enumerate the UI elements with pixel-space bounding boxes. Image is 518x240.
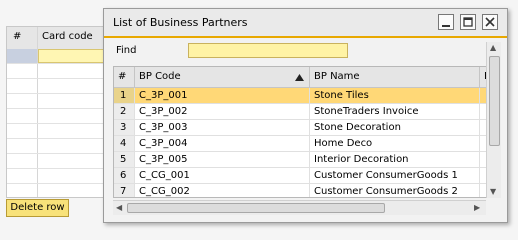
bp-name-cell: Interior Decoration (310, 152, 480, 167)
bp-name-cell: Customer ConsumerGoods 1 (310, 168, 480, 183)
horizontal-scrollbar[interactable]: ◀ ▶ (113, 200, 486, 215)
bp-code-cell: C_3P_004 (135, 136, 310, 151)
row-number: 2 (114, 104, 135, 119)
bp-name-cell: Stone Tiles (310, 88, 480, 103)
table-row[interactable]: 6 C_CG_001 Customer ConsumerGoods 1 (114, 168, 487, 184)
vertical-scroll-thumb[interactable] (489, 56, 500, 146)
find-label: Find (116, 45, 137, 56)
bp-code-cell: C_3P_002 (135, 104, 310, 119)
scroll-right-icon[interactable]: ▶ (474, 203, 480, 212)
header-number: # (13, 31, 22, 42)
bp-code-cell: C_3P_001 (135, 88, 310, 103)
column-header-number[interactable]: # (114, 67, 135, 88)
maximize-button[interactable] (460, 14, 476, 30)
table-row[interactable]: 2 C_3P_002 StoneTraders Invoice (114, 104, 487, 120)
scroll-down-icon[interactable]: ▼ (490, 187, 496, 196)
bp-name-cell: StoneTraders Invoice (310, 104, 480, 119)
business-partners-grid: # BP Code BP Name BI 1C_3P_001Stone Tile… (113, 66, 488, 198)
delete-row-button[interactable]: Delete row (6, 199, 69, 217)
bp-code-cell: C_CG_002 (135, 184, 310, 197)
table-row[interactable]: 4 C_3P_004 Home Deco (114, 136, 487, 152)
row-number: 6 (114, 168, 135, 183)
bp-name-cell: Stone Decoration (310, 120, 480, 135)
title-bar[interactable]: List of Business Partners (104, 9, 507, 38)
bp-code-cell: C_3P_005 (135, 152, 310, 167)
table-row[interactable]: 1 C_3P_001 Stone Tiles (114, 88, 487, 104)
minimize-button[interactable] (438, 14, 454, 30)
bp-code-header-label: BP Code (139, 71, 181, 82)
row-number: 4 (114, 136, 135, 151)
row-number: 5 (114, 152, 135, 167)
row-number: 1 (114, 88, 135, 103)
table-row[interactable]: 7 C_CG_002 Customer ConsumerGoods 2 (114, 184, 487, 197)
close-button[interactable] (482, 14, 498, 30)
bp-code-cell: C_3P_003 (135, 120, 310, 135)
bp-code-cell: C_CG_001 (135, 168, 310, 183)
dialog-title: List of Business Partners (113, 16, 248, 29)
row-selector[interactable] (7, 49, 37, 63)
maximize-icon (463, 17, 473, 27)
find-input[interactable] (188, 43, 348, 58)
minimize-icon (442, 25, 450, 27)
horizontal-scroll-thumb[interactable] (127, 203, 385, 213)
bp-name-cell: Home Deco (310, 136, 480, 151)
scroll-left-icon[interactable]: ◀ (116, 203, 122, 212)
close-icon (485, 17, 495, 27)
table-row[interactable]: 5 C_3P_005 Interior Decoration (114, 152, 487, 168)
bp-name-cell: Customer ConsumerGoods 2 (310, 184, 480, 197)
column-header-bp-name[interactable]: BP Name (310, 67, 480, 88)
row-number: 3 (114, 120, 135, 135)
sort-ascending-icon (295, 74, 304, 81)
table-row[interactable]: 3 C_3P_003 Stone Decoration (114, 120, 487, 136)
row-number: 7 (114, 184, 135, 197)
header-card-code[interactable]: Card code (42, 31, 93, 42)
vertical-scrollbar[interactable]: ▲ ▼ (486, 42, 501, 198)
scroll-up-icon[interactable]: ▲ (490, 43, 496, 52)
business-partners-dialog: List of Business Partners Find # BP Code… (103, 8, 508, 223)
column-header-bp-code[interactable]: BP Code (135, 67, 310, 88)
